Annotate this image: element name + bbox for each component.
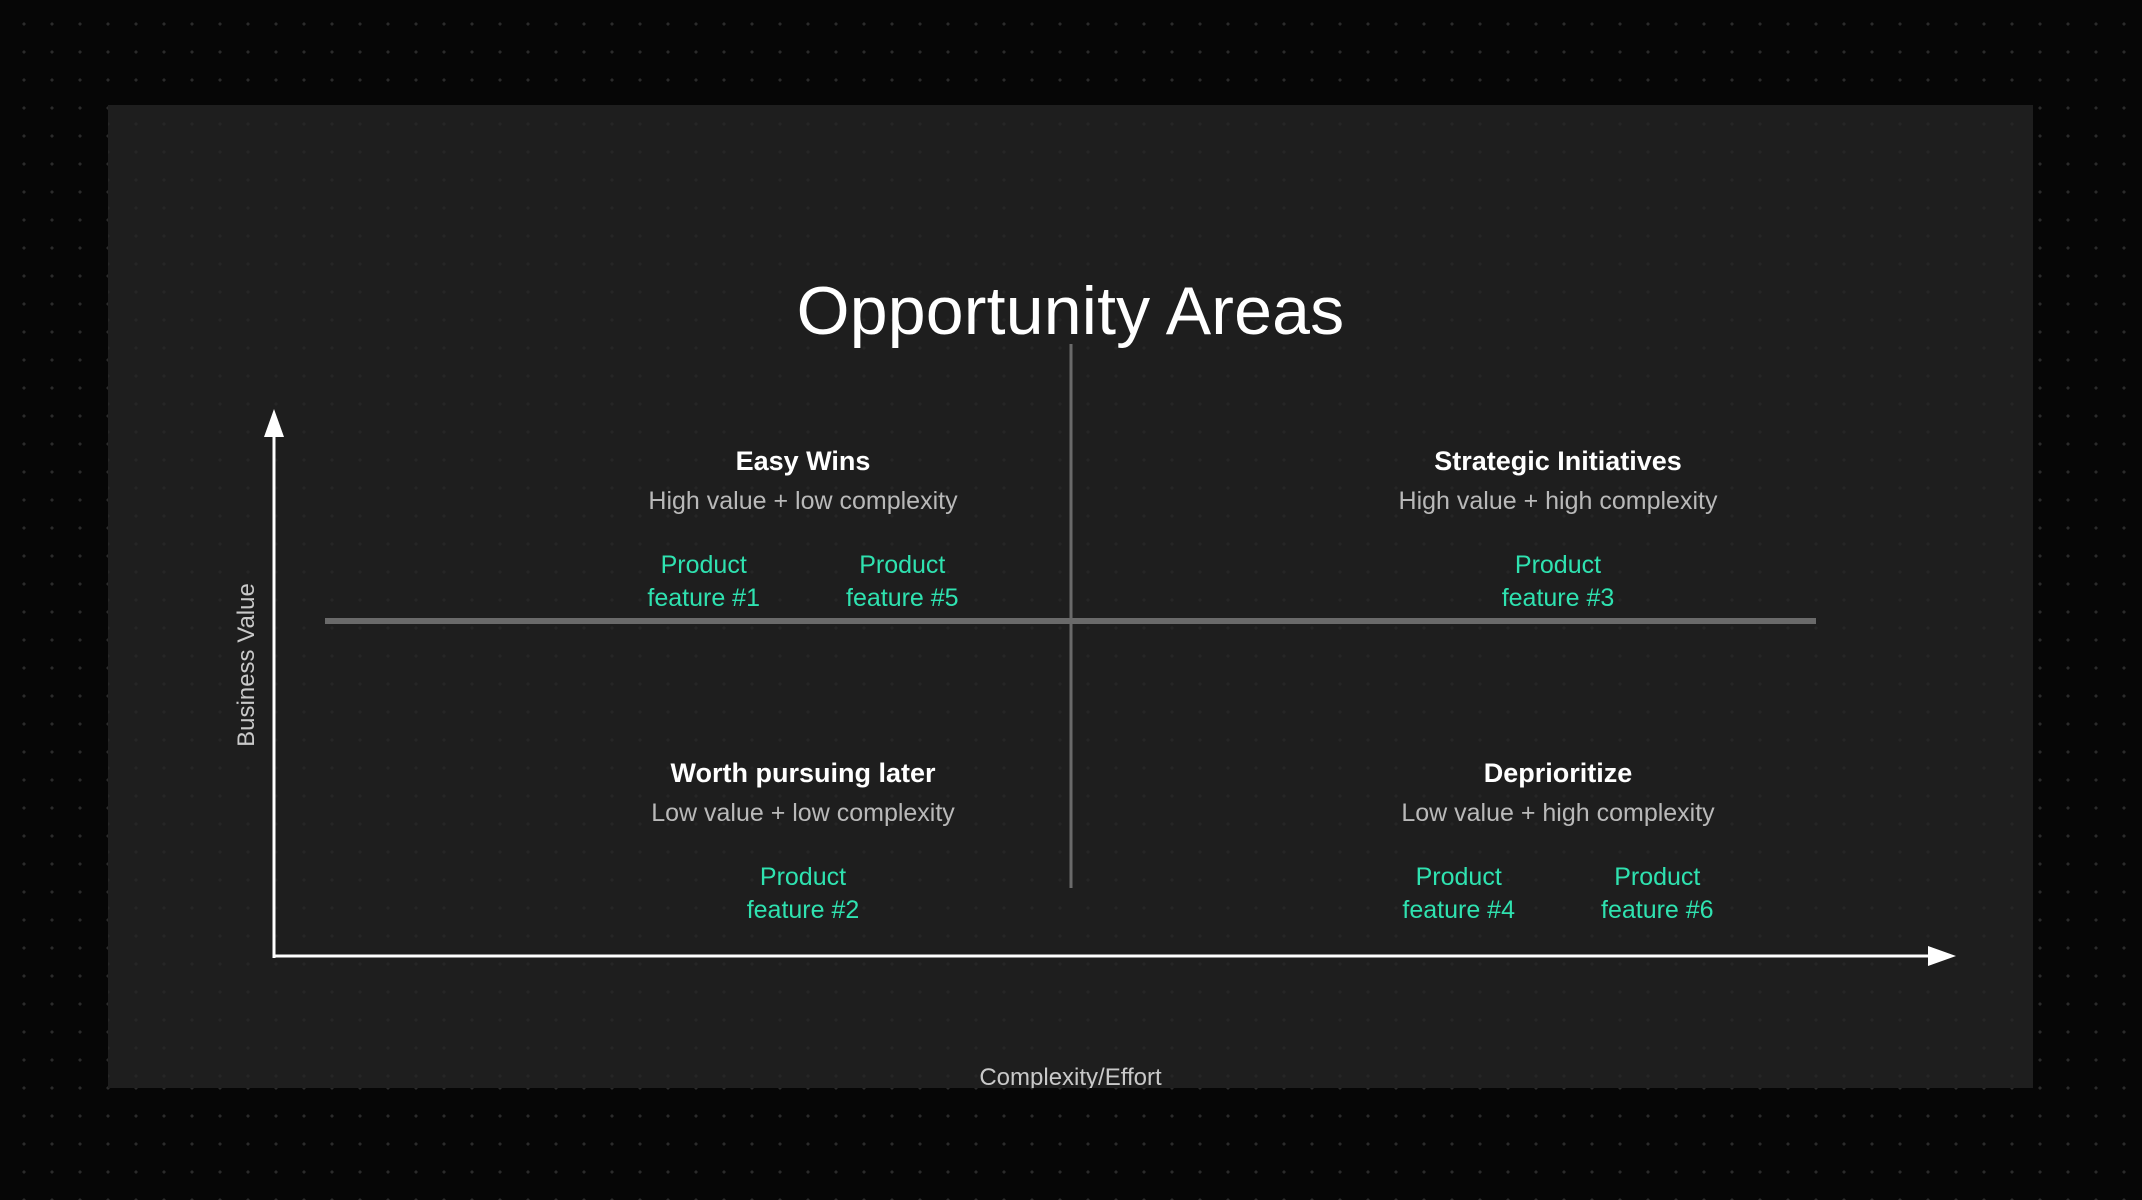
feature-card[interactable]: Product feature #1 [647, 549, 760, 615]
feature-label-line1: Product [660, 551, 747, 580]
slide-card: Opportunity Areas Business Value Complex… [108, 105, 2033, 1088]
feature-label-line1: Product [1415, 863, 1502, 892]
page-backdrop: Opportunity Areas Business Value Complex… [0, 0, 2142, 1200]
feature-label-line1: Product [759, 863, 847, 892]
feature-label-line2: feature #2 [746, 896, 860, 925]
quadrant-subtitle: Low value + low complexity [651, 799, 955, 828]
quadrant-strategic-initiatives: Strategic Initiatives High value + high … [1188, 445, 1928, 615]
feature-label-line1: Product [859, 551, 946, 580]
feature-card[interactable]: Product feature #5 [846, 549, 959, 615]
quadrant-subtitle: High value + low complexity [648, 487, 958, 516]
feature-list: Product feature #3 [1188, 549, 1928, 615]
y-axis-arrowhead [264, 409, 284, 437]
feature-label-line2: feature #6 [1601, 896, 1714, 925]
quadrant-subtitle: Low value + high complexity [1401, 799, 1715, 828]
feature-list: Product feature #4 Product feature #6 [1188, 861, 1928, 927]
x-axis-label: Complexity/Effort [979, 1064, 1162, 1088]
feature-label-line2: feature #4 [1402, 896, 1515, 925]
feature-card[interactable]: Product feature #2 [747, 861, 860, 927]
opportunity-matrix: Business Value Complexity/Effort Easy Wi… [108, 105, 2033, 1088]
feature-list: Product feature #2 [433, 861, 1173, 927]
feature-label-line1: Product [1614, 863, 1701, 892]
quadrant-worth-pursuing-later: Worth pursuing later Low value + low com… [433, 757, 1173, 927]
feature-label-line2: feature #3 [1501, 584, 1615, 613]
feature-card[interactable]: Product feature #3 [1502, 549, 1615, 615]
quadrant-title: Easy Wins [735, 446, 871, 476]
quadrant-deprioritize: Deprioritize Low value + high complexity… [1188, 757, 1928, 927]
feature-list: Product feature #1 Product feature #5 [433, 549, 1173, 615]
quadrant-subtitle: High value + high complexity [1398, 487, 1718, 516]
feature-card[interactable]: Product feature #6 [1601, 861, 1714, 927]
feature-label-line2: feature #5 [846, 584, 959, 613]
x-axis-arrowhead [1928, 946, 1956, 966]
quadrant-easy-wins: Easy Wins High value + low complexity Pr… [433, 445, 1173, 615]
feature-card[interactable]: Product feature #4 [1402, 861, 1515, 927]
feature-label-line1: Product [1514, 551, 1602, 580]
y-axis-label: Business Value [233, 583, 260, 747]
quadrant-title: Deprioritize [1483, 758, 1633, 788]
quadrant-title: Strategic Initiatives [1434, 446, 1682, 476]
quadrant-title: Worth pursuing later [670, 758, 936, 788]
feature-label-line2: feature #1 [647, 584, 760, 613]
